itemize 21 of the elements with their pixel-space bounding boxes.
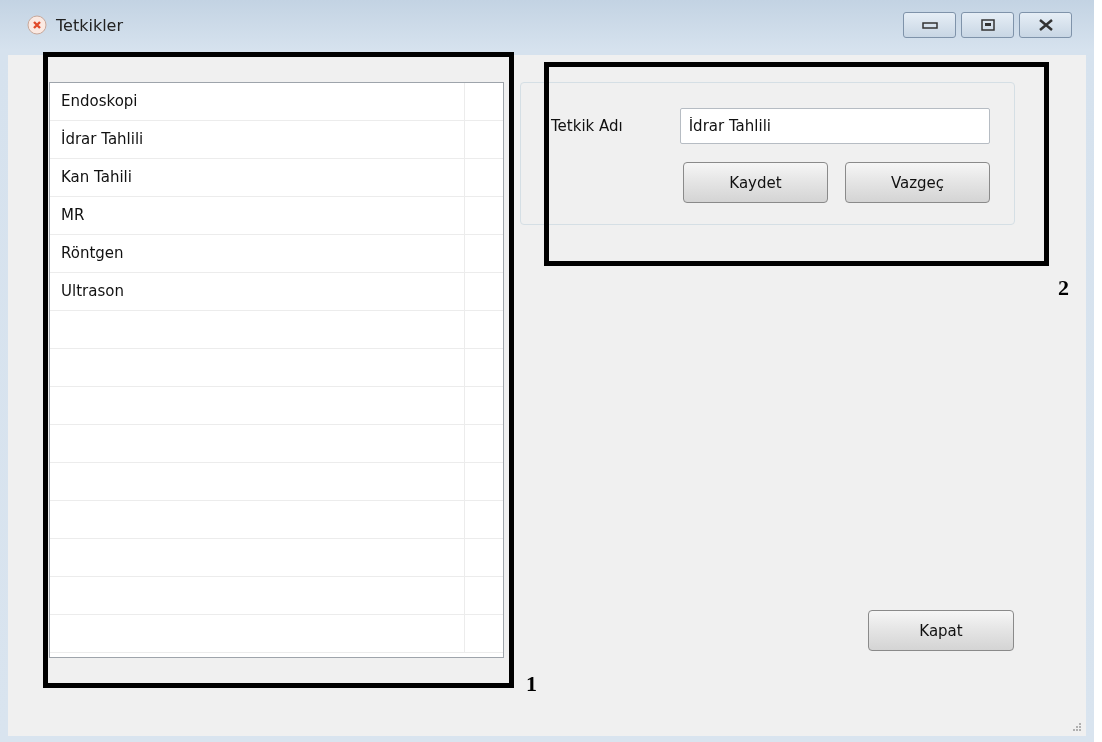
minimize-button[interactable] [903, 12, 956, 38]
input-field[interactable]: İdrar Tahlili [679, 108, 990, 144]
minimize-icon [921, 21, 938, 29]
app-icon [26, 14, 48, 36]
resize-grip-icon [1070, 720, 1082, 732]
close-form-button[interactable]: Kapat [868, 610, 1014, 651]
list-item[interactable]: Kan Tahili [50, 159, 465, 196]
window-title: Tetkikler [56, 15, 123, 35]
list-item[interactable]: Endoskopi [50, 83, 465, 120]
close-button[interactable] [1019, 12, 1072, 38]
annotation-label: 1 [526, 671, 537, 697]
cancel-button[interactable]: Vazgeç [845, 162, 990, 203]
save-button[interactable]: Kaydet [683, 162, 828, 203]
maximize-icon [979, 18, 996, 32]
field-label: Tetkik Adı [551, 117, 624, 135]
annotation-label: 2 [1058, 275, 1069, 301]
list-item[interactable]: MR [50, 197, 465, 234]
list-item[interactable]: İdrar Tahlili [50, 121, 465, 158]
list-item[interactable]: Röntgen [50, 235, 465, 272]
maximize-button[interactable] [961, 12, 1014, 38]
list-item[interactable]: Ultrason [50, 273, 465, 310]
